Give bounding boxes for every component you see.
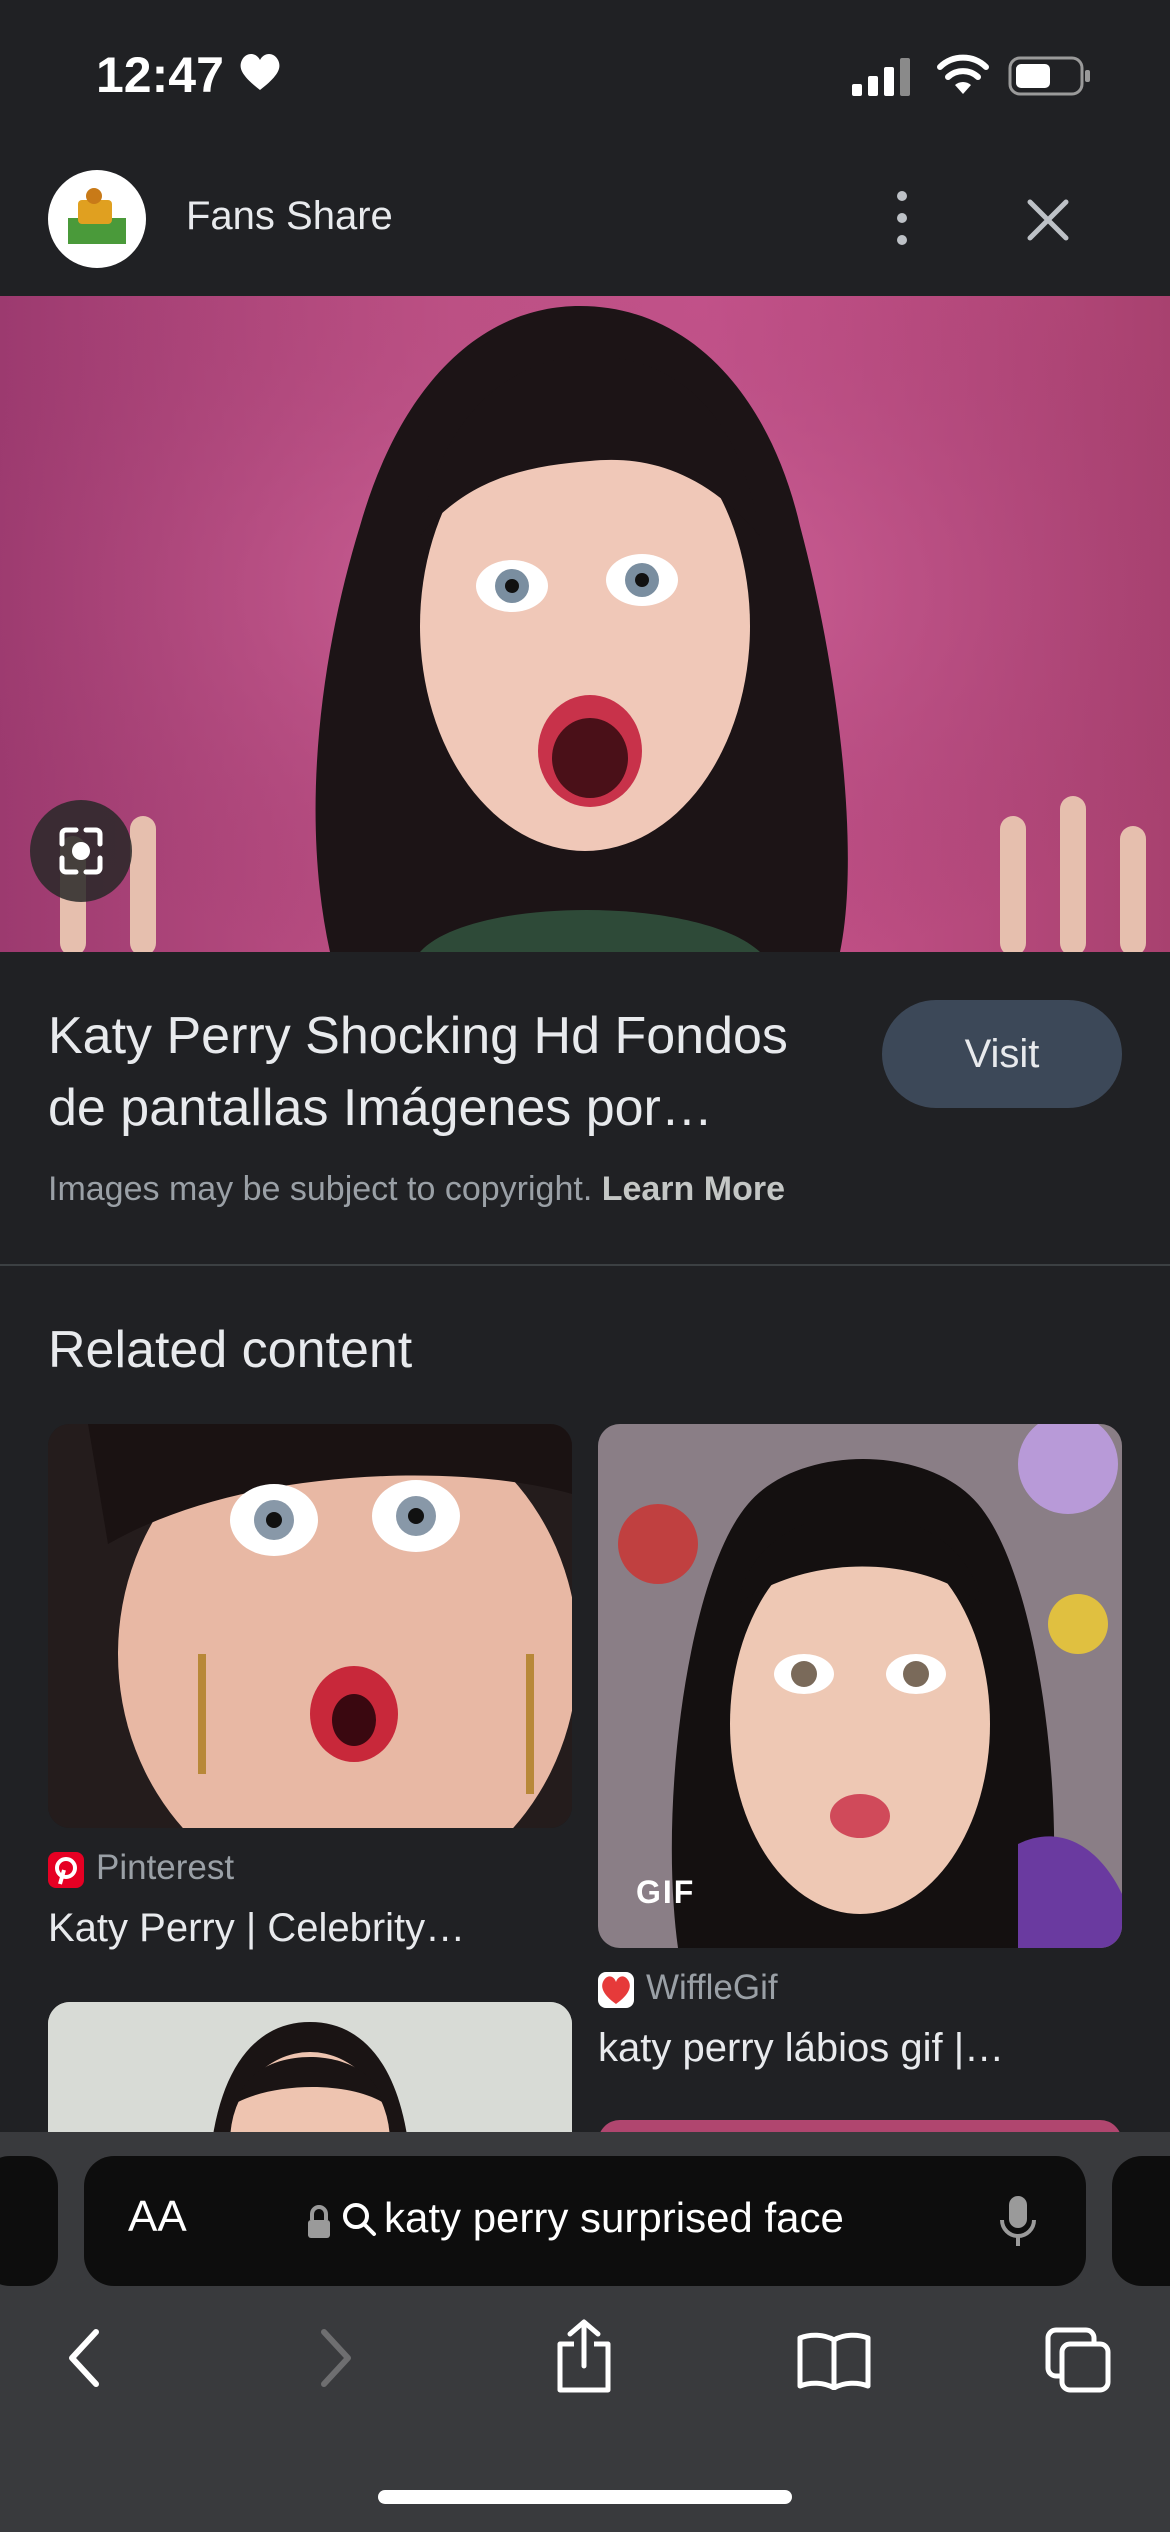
- next-tab-preview[interactable]: [1112, 2156, 1170, 2286]
- result-image[interactable]: [0, 296, 1170, 952]
- divider: [0, 1264, 1170, 1266]
- page-settings-label: AA: [128, 2192, 187, 2241]
- lens-icon: [59, 827, 103, 875]
- lens-search-button[interactable]: [30, 800, 132, 902]
- site-name[interactable]: Fans Share: [186, 194, 393, 239]
- related-photo-1: [48, 1424, 572, 1828]
- copyright-notice: Images may be subject to copyright. Lear…: [48, 1170, 785, 1209]
- back-icon[interactable]: [64, 2326, 104, 2390]
- heart-icon: [240, 54, 280, 90]
- visit-button[interactable]: Visit: [882, 1000, 1122, 1108]
- result-title[interactable]: Katy Perry Shocking Hd Fondos de pantall…: [48, 1000, 848, 1144]
- forward-icon[interactable]: [316, 2326, 356, 2390]
- related-content-heading: Related content: [48, 1321, 413, 1379]
- share-icon[interactable]: [552, 2318, 616, 2394]
- gif-badge: GIF: [636, 1874, 696, 1910]
- bookmarks-icon[interactable]: [796, 2330, 872, 2390]
- wifflegif-icon: [598, 1972, 634, 2008]
- related-image-1[interactable]: [48, 1424, 572, 1828]
- related-caption-2[interactable]: katy perry lábios gif |…: [598, 2026, 1004, 2071]
- clock: 12:47: [96, 47, 224, 103]
- battery-icon: [1008, 56, 1090, 96]
- related-caption-1[interactable]: Katy Perry | Celebrity…: [48, 1906, 465, 1951]
- copyright-text: Images may be subject to copyright.: [48, 1170, 593, 1208]
- pinterest-icon: [48, 1852, 84, 1888]
- lock-icon: [308, 2205, 330, 2238]
- learn-more-link[interactable]: Learn More: [602, 1170, 785, 1208]
- address-bar-text[interactable]: katy perry surprised face: [384, 2194, 844, 2242]
- related-source-1[interactable]: Pinterest: [96, 1848, 234, 1888]
- close-icon[interactable]: [1018, 190, 1078, 250]
- wifi-icon: [937, 54, 989, 94]
- related-photo-2: [598, 1424, 1122, 1948]
- page-settings-button[interactable]: AA: [128, 2192, 187, 2242]
- more-options-icon[interactable]: [880, 186, 924, 250]
- site-logo: [48, 170, 146, 268]
- microphone-icon[interactable]: [996, 2192, 1040, 2252]
- related-image-2[interactable]: [598, 1424, 1122, 1948]
- search-icon: [343, 2203, 376, 2236]
- previous-tab-preview[interactable]: [0, 2156, 58, 2286]
- status-bar: 12:47: [0, 0, 1170, 150]
- site-logo-image: [68, 188, 126, 244]
- related-source-2[interactable]: WiffleGif: [646, 1968, 778, 2008]
- cellular-signal-icon: [852, 58, 910, 96]
- home-indicator[interactable]: [378, 2490, 792, 2504]
- hero-photo: [0, 296, 1170, 952]
- tabs-icon[interactable]: [1044, 2326, 1114, 2396]
